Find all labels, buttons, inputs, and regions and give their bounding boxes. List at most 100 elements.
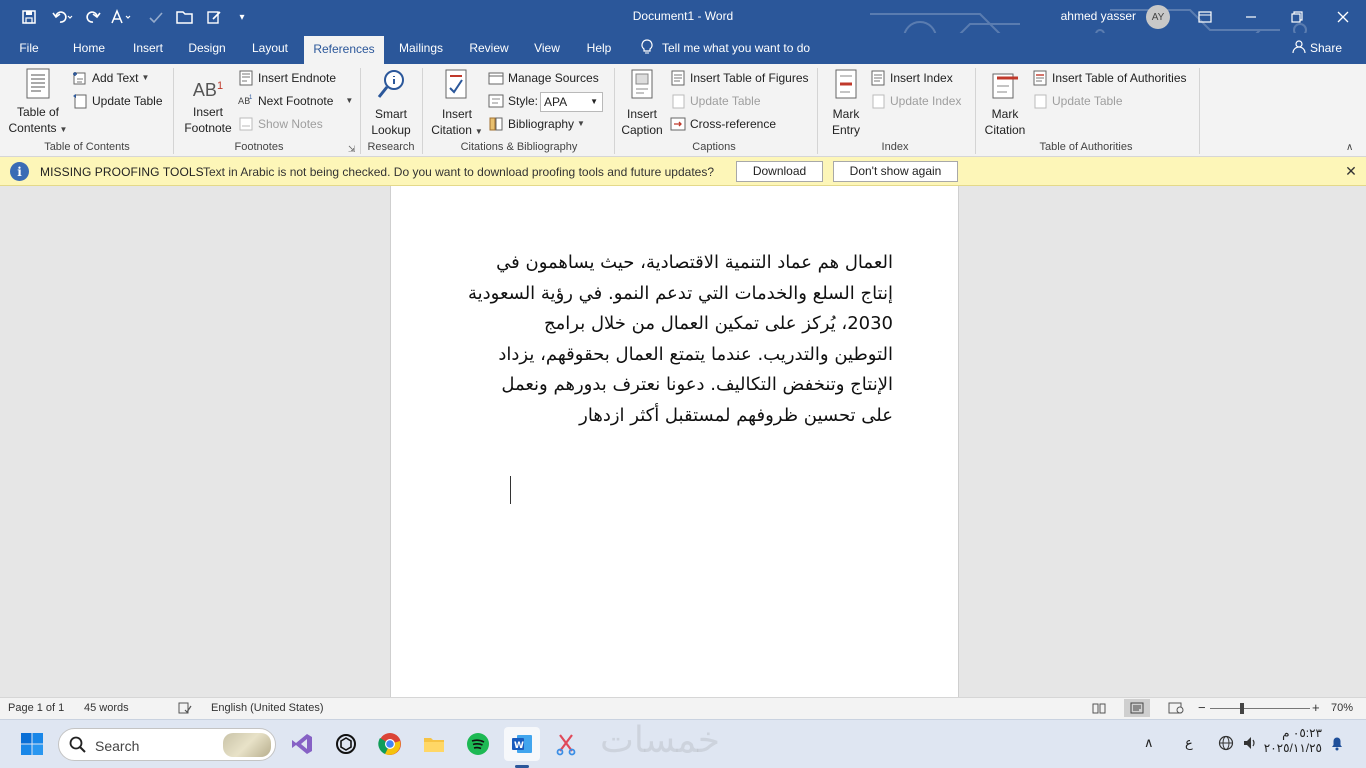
close-icon[interactable] [1320, 0, 1366, 33]
tab-insert[interactable]: Insert [124, 33, 172, 64]
add-text-button[interactable]: Add Text ▼ [72, 68, 149, 88]
input-language-indicator[interactable]: ع [1185, 735, 1193, 751]
snipping-tool-icon[interactable] [552, 730, 580, 758]
close-infobar-icon[interactable]: ✕ [1343, 163, 1359, 179]
search-label: Search [95, 738, 140, 754]
minimize-icon[interactable] [1228, 0, 1274, 33]
redo-icon[interactable] [84, 6, 102, 28]
add-text-icon [73, 72, 86, 85]
volume-icon[interactable] [1242, 735, 1258, 754]
zoom-slider-thumb[interactable] [1240, 703, 1244, 714]
update-table-button[interactable]: Update Table [72, 91, 163, 111]
insert-table-of-authorities-button[interactable]: Insert Table of Authorities [1032, 68, 1187, 88]
insert-index-button[interactable]: Insert Index [870, 68, 953, 88]
tab-review[interactable]: Review [462, 33, 516, 64]
clock[interactable]: ٠٥:٢٣ م ٢٠٢٥/١١/٢٥ [1262, 726, 1322, 756]
open-folder-icon[interactable] [175, 6, 195, 28]
word-taskbar-icon[interactable]: W [504, 727, 540, 761]
insert-caption-icon [631, 69, 653, 99]
text-style-icon[interactable] [108, 6, 134, 28]
visual-studio-icon[interactable] [288, 730, 316, 758]
notification-bell-icon[interactable] [1330, 735, 1344, 754]
smart-lookup-button[interactable]: Smart Lookup [364, 68, 418, 138]
download-button[interactable]: Download [736, 161, 823, 182]
tab-view[interactable]: View [526, 33, 568, 64]
document-body[interactable]: العمال هم عماد التنمية الاقتصادية، حيث ي… [457, 248, 893, 431]
insert-caption-button[interactable]: Insert Caption [618, 68, 666, 138]
insert-citation-button[interactable]: Insert Citation ▼ [428, 68, 486, 140]
update-table-icon [73, 94, 87, 109]
document-page[interactable]: العمال هم عماد التنمية الاقتصادية، حيث ي… [390, 186, 959, 697]
group-label-captions: Captions [692, 141, 736, 153]
ribbon-display-icon[interactable] [1182, 0, 1228, 33]
web-layout-icon[interactable] [1168, 702, 1184, 717]
bibliography-button[interactable]: Bibliography ▼ [488, 114, 585, 134]
manage-sources-button[interactable]: Manage Sources [488, 68, 599, 88]
status-bar: Page 1 of 1 45 words English (United Sta… [0, 697, 1366, 719]
mark-citation-button[interactable]: Mark Citation [982, 68, 1028, 138]
zoom-in-icon[interactable]: + [1312, 700, 1320, 715]
tab-design[interactable]: Design [180, 33, 234, 64]
undo-icon[interactable] [48, 6, 78, 28]
show-hidden-icons-icon[interactable]: ∧ [1144, 735, 1154, 751]
update-index-button[interactable]: Update Index [870, 91, 961, 111]
dont-show-again-button[interactable]: Don't show again [833, 161, 958, 182]
restore-icon[interactable] [1274, 0, 1320, 33]
show-notes-button[interactable]: Show Notes [238, 114, 323, 134]
language[interactable]: English (United States) [211, 702, 324, 714]
tab-layout[interactable]: Layout [244, 33, 296, 64]
table-of-contents-button[interactable]: Table of Contents ▼ [8, 68, 68, 138]
group-separator [614, 68, 615, 154]
chevron-down-icon: ▼ [590, 97, 598, 106]
save-icon[interactable] [18, 6, 40, 28]
insert-table-of-figures-label: Insert Table of Figures [690, 71, 809, 85]
insert-footnote-button[interactable]: AB1 Insert Footnote [180, 68, 236, 136]
group-separator [975, 68, 976, 154]
dialog-launcher-icon[interactable]: ⇲ [348, 144, 356, 155]
zoom-slider-track[interactable] [1210, 708, 1310, 709]
next-footnote-button[interactable]: AB 1 Next Footnote ▼ [238, 91, 353, 111]
share-button[interactable]: Share [1292, 33, 1342, 64]
customize-toolbar-icon[interactable]: ▾ [236, 6, 248, 28]
collapse-ribbon-icon[interactable]: ∧ [1346, 142, 1353, 153]
mark-entry-button[interactable]: Mark Entry [824, 68, 868, 138]
insert-table-of-figures-button[interactable]: Insert Table of Figures [670, 68, 809, 88]
tab-file[interactable]: File [8, 33, 50, 64]
update-table-figures-button[interactable]: Update Table [670, 91, 761, 111]
tab-help[interactable]: Help [578, 33, 620, 64]
cross-reference-button[interactable]: Cross-reference [670, 114, 776, 134]
edit-document-icon[interactable] [204, 6, 224, 28]
chatgpt-icon[interactable] [332, 730, 360, 758]
manage-sources-label: Manage Sources [508, 71, 599, 85]
zoom-level[interactable]: 70% [1331, 702, 1353, 714]
tell-me-label: Tell me what you want to do [662, 41, 811, 55]
file-explorer-icon[interactable] [420, 730, 448, 758]
print-layout-icon[interactable] [1124, 699, 1150, 717]
zoom-out-icon[interactable]: − [1198, 700, 1206, 715]
bibliography-icon [489, 117, 503, 131]
windows-start-icon[interactable] [20, 732, 44, 756]
word-count[interactable]: 45 words [84, 702, 129, 714]
search-icon [69, 736, 86, 753]
chrome-icon[interactable] [376, 730, 404, 758]
page-count[interactable]: Page 1 of 1 [8, 702, 64, 714]
update-table-authorities-button[interactable]: Update Table [1032, 91, 1123, 111]
update-table-authorities-label: Update Table [1052, 94, 1123, 108]
user-name[interactable]: ahmed yasser [1020, 9, 1136, 23]
spelling-icon[interactable] [146, 6, 166, 28]
update-table-figures-label: Update Table [690, 94, 761, 108]
proofing-icon[interactable] [178, 702, 192, 717]
read-mode-icon[interactable] [1092, 702, 1106, 717]
tab-references[interactable]: References [304, 36, 384, 64]
tab-mailings[interactable]: Mailings [392, 33, 450, 64]
tab-home[interactable]: Home [64, 33, 114, 64]
avatar[interactable]: AY [1146, 5, 1170, 29]
insert-endnote-label: Insert Endnote [258, 71, 337, 85]
taskbar-search[interactable]: Search [58, 728, 276, 761]
insert-endnote-button[interactable]: Insert Endnote [238, 68, 336, 88]
network-globe-icon[interactable] [1218, 735, 1234, 754]
mark-citation-icon [992, 73, 1018, 99]
tell-me-search[interactable]: Tell me what you want to do [640, 33, 810, 64]
style-select[interactable]: APA ▼ [540, 92, 603, 112]
spotify-icon[interactable] [464, 730, 492, 758]
